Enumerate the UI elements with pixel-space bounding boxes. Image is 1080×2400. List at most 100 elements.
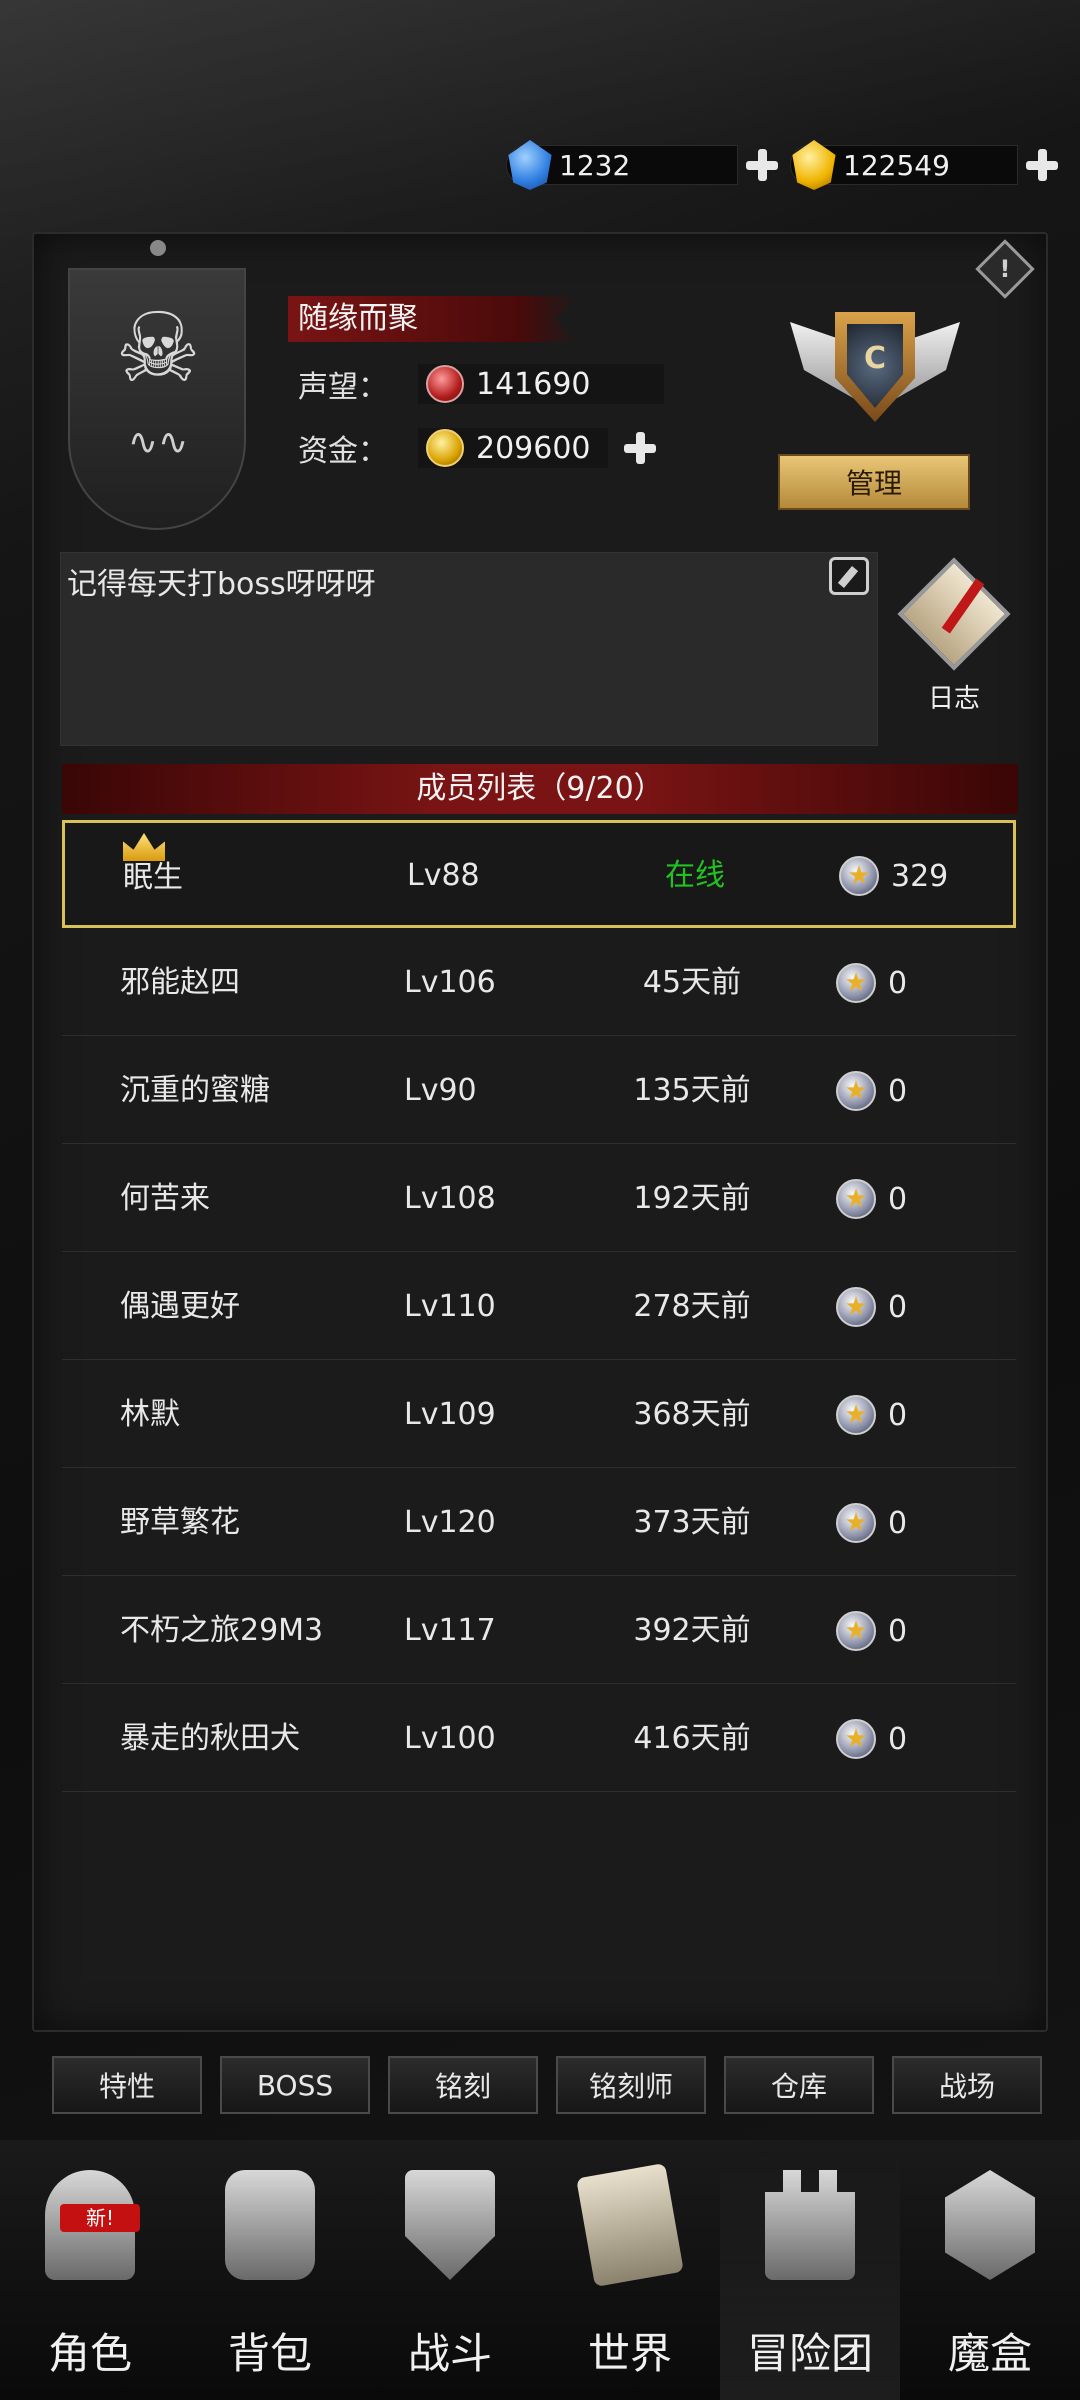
member-name: 何苦来 (120, 1181, 210, 1216)
member-name: 林默 (120, 1397, 180, 1432)
contribution-star-icon (836, 963, 876, 1003)
member-row[interactable]: 野草繁花 Lv120 373天前 0 (62, 1470, 1016, 1576)
contribution-value: 0 (888, 1181, 908, 1217)
reputation-box: 141690 (418, 364, 664, 404)
contribution-value: 0 (888, 1397, 908, 1433)
member-status: 416天前 (633, 1721, 751, 1756)
map-icon (576, 2163, 684, 2287)
member-status: 278天前 (633, 1289, 751, 1324)
funds-coin-icon (426, 429, 464, 467)
log-label: 日志 (927, 684, 980, 714)
member-row-self[interactable]: 眠生 Lv88 在线 329 (62, 820, 1016, 928)
gem-currency: 1232 (506, 140, 780, 190)
tab-battlefield[interactable]: 战场 (892, 2056, 1042, 2114)
member-status: 373天前 (633, 1505, 751, 1540)
contribution-star-icon (836, 1287, 876, 1327)
funds-row: 资金： 209600 (298, 426, 658, 470)
contribution-value: 0 (888, 1721, 908, 1757)
member-row[interactable]: 邪能赵四 Lv106 45天前 0 (62, 930, 1016, 1036)
tab-warehouse[interactable]: 仓库 (724, 2056, 874, 2114)
tab-boss[interactable]: BOSS (220, 2056, 370, 2114)
contribution-star-icon (836, 1611, 876, 1651)
reputation-value: 141690 (476, 366, 591, 402)
nav-battle[interactable]: 战斗 (360, 2150, 540, 2400)
nav-world[interactable]: 世界 (540, 2150, 720, 2400)
member-level: Lv110 (404, 1289, 496, 1324)
member-row[interactable]: 何苦来 Lv108 192天前 0 (62, 1146, 1016, 1252)
member-status: 392天前 (633, 1613, 751, 1648)
reputation-row: 声望： 141690 (298, 362, 664, 406)
member-contribution: 0 (836, 1254, 907, 1360)
contribution-value: 0 (888, 1505, 908, 1541)
member-level: Lv117 (404, 1613, 496, 1648)
member-contribution: 0 (836, 1038, 907, 1144)
contribution-value: 0 (888, 1613, 908, 1649)
member-level: Lv88 (407, 858, 480, 893)
nav-label: 冒险团 (746, 2329, 873, 2378)
funds-value: 209600 (476, 430, 591, 466)
member-name: 邪能赵四 (120, 965, 240, 1000)
member-contribution: 0 (836, 1578, 907, 1684)
member-level: Lv109 (404, 1397, 496, 1432)
manage-button[interactable]: 管理 (778, 454, 970, 510)
member-row[interactable]: 沉重的蜜糖 Lv90 135天前 0 (62, 1038, 1016, 1144)
tab-inscriber[interactable]: 铭刻师 (556, 2056, 706, 2114)
add-funds-plus-icon[interactable] (622, 430, 658, 466)
nav-label: 魔盒 (947, 2329, 1032, 2378)
nav-label: 战斗 (407, 2329, 492, 2378)
member-level: Lv108 (404, 1181, 496, 1216)
nav-label: 背包 (227, 2329, 312, 2378)
contribution-value: 329 (891, 858, 949, 894)
member-level: Lv100 (404, 1721, 496, 1756)
contribution-star-icon (836, 1719, 876, 1759)
gold-currency: 122549 (790, 140, 1060, 190)
tab-inscription[interactable]: 铭刻 (388, 2056, 538, 2114)
edit-notice-icon[interactable] (829, 557, 869, 595)
member-row[interactable]: 暴走的秋田犬 Lv100 416天前 0 (62, 1686, 1016, 1792)
nav-adventure-group[interactable]: 冒险团 (720, 2150, 900, 2400)
member-row[interactable]: 不朽之旅29M3 Lv117 392天前 0 (62, 1578, 1016, 1684)
member-contribution: 329 (839, 823, 948, 929)
add-gems-plus-icon[interactable] (744, 147, 780, 183)
backpack-icon (225, 2170, 315, 2280)
contribution-star-icon (836, 1503, 876, 1543)
member-name: 偶遇更好 (120, 1289, 240, 1324)
cube-icon (945, 2170, 1035, 2280)
nav-magic-box[interactable]: 魔盒 (900, 2150, 1080, 2400)
member-name: 野草繁花 (120, 1505, 240, 1540)
contribution-value: 0 (888, 965, 908, 1001)
log-button[interactable]: 日志 (896, 557, 1012, 718)
member-contribution: 0 (836, 930, 907, 1036)
member-contribution: 0 (836, 1686, 907, 1792)
member-name: 暴走的秋田犬 (120, 1721, 300, 1756)
member-status: 135天前 (633, 1073, 751, 1108)
member-name: 沉重的蜜糖 (120, 1073, 270, 1108)
member-row[interactable]: 林默 Lv109 368天前 0 (62, 1362, 1016, 1468)
member-contribution: 0 (836, 1470, 907, 1576)
nav-label: 世界 (587, 2329, 672, 2378)
new-badge: 新! (60, 2204, 140, 2232)
funds-box: 209600 (418, 428, 608, 468)
member-status: 192天前 (633, 1181, 751, 1216)
add-gold-plus-icon[interactable] (1024, 147, 1060, 183)
castle-icon (765, 2170, 855, 2280)
nav-character[interactable]: 新! 角色 (0, 2150, 180, 2400)
demon-emblem-icon: ☠ (114, 292, 202, 404)
contribution-star-icon (836, 1071, 876, 1111)
member-row[interactable]: 偶遇更好 Lv110 278天前 0 (62, 1254, 1016, 1360)
tab-traits[interactable]: 特性 (52, 2056, 202, 2114)
sword-shield-icon (405, 2170, 495, 2280)
member-contribution: 0 (836, 1146, 907, 1252)
funds-label: 资金： (298, 434, 388, 469)
guild-notice: 记得每天打boss呀呀呀 (60, 552, 878, 746)
guild-name: 随缘而聚 (288, 296, 578, 342)
member-status: 45天前 (642, 965, 742, 1000)
reputation-label: 声望： (298, 370, 388, 405)
contribution-star-icon (839, 856, 879, 896)
member-level: Lv90 (404, 1073, 477, 1108)
member-level: Lv120 (404, 1505, 496, 1540)
banner-signature-icon: ∿∿ (127, 422, 189, 463)
members-header: 成员列表（9/20） (62, 764, 1018, 814)
guild-banner[interactable]: ☠ ∿∿ (68, 240, 246, 530)
nav-backpack[interactable]: 背包 (180, 2150, 360, 2400)
